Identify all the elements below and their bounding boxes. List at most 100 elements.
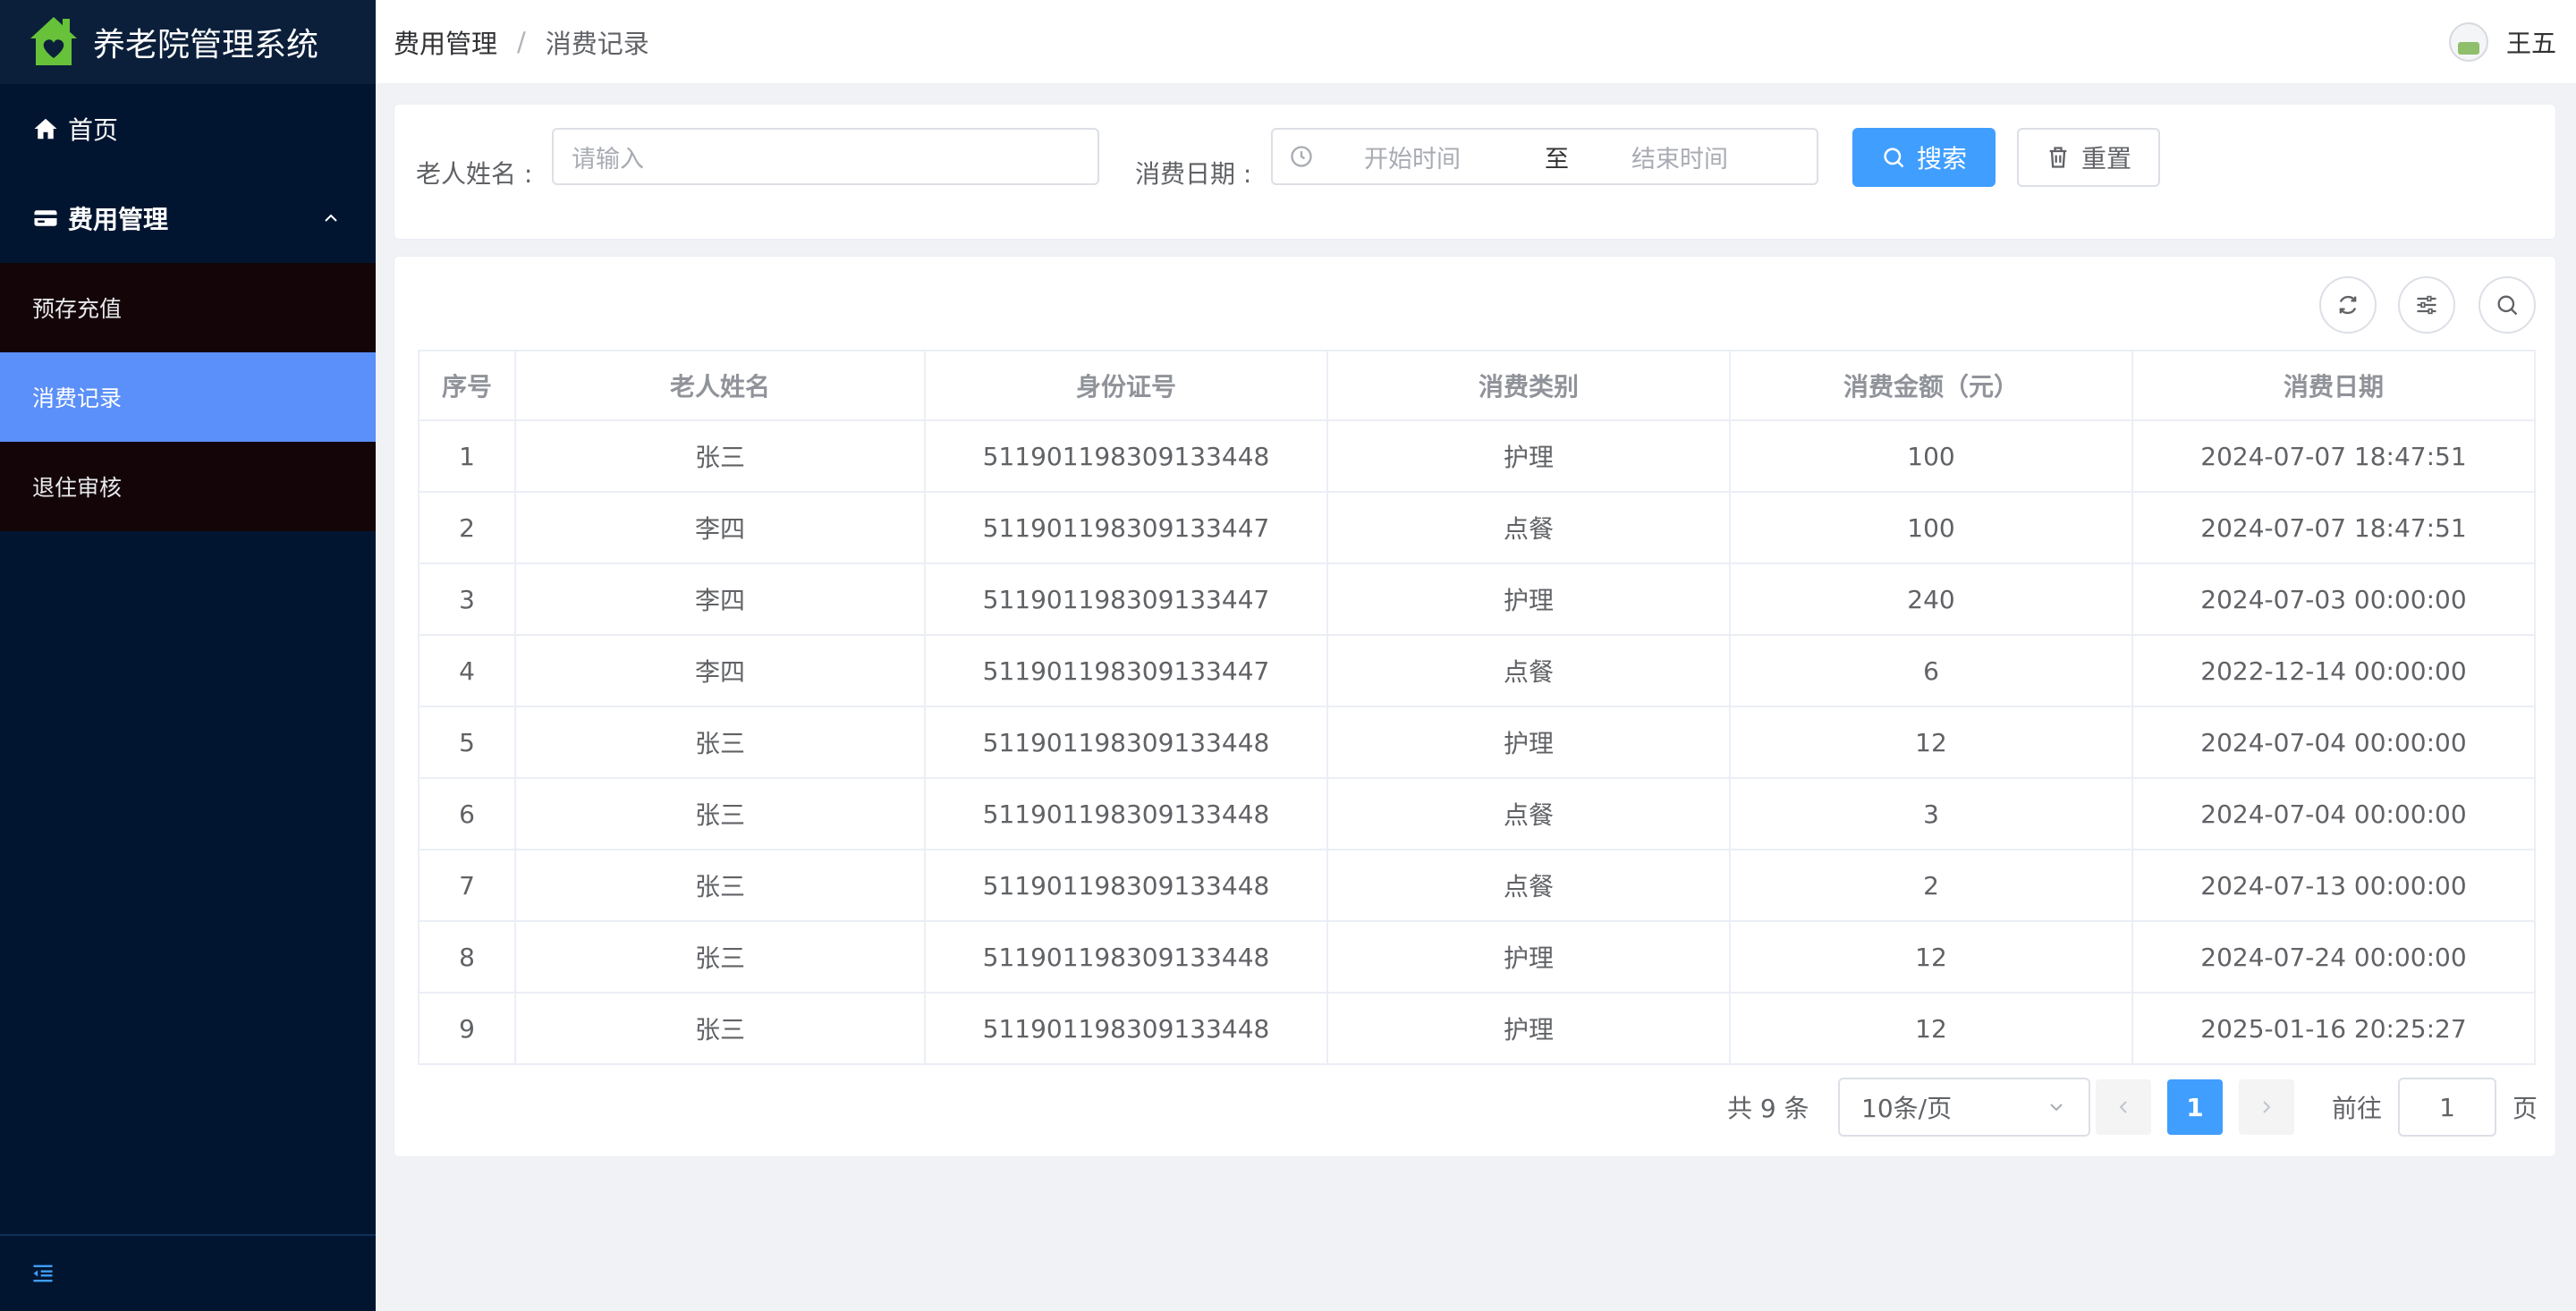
cell-id-number: 511901198309133448 bbox=[924, 777, 1328, 850]
cell-index: 7 bbox=[418, 849, 516, 922]
avatar[interactable] bbox=[2448, 21, 2488, 62]
cell-category: 点餐 bbox=[1326, 491, 1731, 564]
sidebar-group-fee-management[interactable]: 费用管理 bbox=[0, 173, 376, 263]
cell-id-number: 511901198309133447 bbox=[924, 634, 1328, 707]
sidebar-item-home[interactable]: 首页 bbox=[0, 84, 376, 173]
cell-elder-name: 张三 bbox=[514, 777, 926, 850]
table-row: 1 张三 511901198309133448 护理 100 2024-07-07 18:… bbox=[418, 419, 2536, 493]
cell-elder-name: 李四 bbox=[514, 562, 926, 636]
cell-date: 2024-07-24 00:00:00 bbox=[2131, 920, 2536, 994]
sidebar-item-checkout-review[interactable]: 退住审核 bbox=[0, 442, 376, 531]
cell-category: 护理 bbox=[1326, 706, 1731, 779]
cell-date: 2024-07-03 00:00:00 bbox=[2131, 562, 2536, 636]
chevron-up-icon bbox=[325, 214, 337, 222]
pagination: 共 9 条 10条/页 1 前往 1 页 bbox=[394, 1078, 2557, 1137]
total-count: 共 9 条 bbox=[1727, 1094, 1809, 1123]
cell-amount: 12 bbox=[1729, 992, 2133, 1065]
cell-category: 护理 bbox=[1326, 419, 1731, 493]
page-number-current[interactable]: 1 bbox=[2167, 1079, 2223, 1135]
refresh-button[interactable] bbox=[2319, 276, 2377, 334]
cell-index: 9 bbox=[418, 992, 516, 1065]
sidebar-group-label: 费用管理 bbox=[68, 205, 169, 234]
search-form: 老人姓名 : 请输入 消费日期 : 开始时间 至 结束时间 搜索 重置 bbox=[394, 104, 2556, 240]
column-header-amount: 消费金额（元） bbox=[1729, 350, 2133, 421]
cell-elder-name: 李四 bbox=[514, 634, 926, 707]
search-button[interactable]: 搜索 bbox=[1852, 128, 1996, 187]
cell-category: 护理 bbox=[1326, 992, 1731, 1065]
clock-icon bbox=[1291, 146, 1312, 167]
cell-amount: 2 bbox=[1729, 849, 2133, 922]
sliders-icon bbox=[2417, 295, 2436, 315]
user-name: 王五 bbox=[2505, 28, 2556, 58]
sidebar-item-label: 预存充值 bbox=[32, 296, 123, 322]
collapse-menu-icon[interactable] bbox=[30, 1261, 55, 1286]
brand[interactable]: 养老院管理系统 bbox=[0, 0, 376, 84]
sidebar: 养老院管理系统 首页 费用管理 预存充值 消费记录 退住审核 bbox=[0, 0, 376, 1311]
page-size-select[interactable]: 10条/页 bbox=[1838, 1078, 2090, 1137]
cell-id-number: 511901198309133448 bbox=[924, 920, 1328, 994]
table-row: 6 张三 511901198309133448 点餐 3 2024-07-04 00:00… bbox=[418, 777, 2536, 850]
search-icon bbox=[1884, 148, 1904, 168]
records-table: 序号 老人姓名 身份证号 消费类别 消费金额（元） 消费日期 1 张三 511901… bbox=[418, 350, 2536, 1065]
column-header-elder-name: 老人姓名 bbox=[514, 350, 926, 421]
cell-date: 2024-07-04 00:00:00 bbox=[2131, 706, 2536, 779]
sidebar-item-label: 退住审核 bbox=[32, 475, 123, 501]
home-icon bbox=[34, 118, 57, 140]
sidebar-item-prepaid-recharge[interactable]: 预存充值 bbox=[0, 263, 376, 352]
top-header: 费用管理 / 消费记录 王五 bbox=[376, 0, 2576, 84]
cell-amount: 240 bbox=[1729, 562, 2133, 636]
cell-id-number: 511901198309133448 bbox=[924, 992, 1328, 1065]
table-row: 3 李四 511901198309133447 护理 240 2024-07-03 00:… bbox=[418, 562, 2536, 636]
cell-id-number: 511901198309133447 bbox=[924, 491, 1328, 564]
cell-id-number: 511901198309133447 bbox=[924, 562, 1328, 636]
cell-amount: 6 bbox=[1729, 634, 2133, 707]
date-label: 消费日期 : bbox=[1135, 159, 1252, 189]
toggle-search-button[interactable] bbox=[2479, 276, 2536, 334]
table-body: 1 张三 511901198309133448 护理 100 2024-07-07 18:… bbox=[418, 419, 2536, 1065]
house-heart-logo-icon bbox=[30, 17, 77, 65]
app-title: 养老院管理系统 bbox=[93, 27, 319, 63]
reset-button[interactable]: 重置 bbox=[2017, 128, 2160, 187]
table-row: 2 李四 511901198309133447 点餐 100 2024-07-07 18:… bbox=[418, 491, 2536, 564]
table-row: 7 张三 511901198309133448 点餐 2 2024-07-13 00:00… bbox=[418, 849, 2536, 922]
reset-button-label: 重置 bbox=[2080, 144, 2131, 173]
cell-elder-name: 张三 bbox=[514, 849, 926, 922]
cell-date: 2024-07-07 18:47:51 bbox=[2131, 419, 2536, 493]
column-settings-button[interactable] bbox=[2398, 276, 2455, 334]
range-separator: 至 bbox=[1545, 145, 1569, 173]
column-header-index: 序号 bbox=[418, 350, 516, 421]
cell-date: 2024-07-04 00:00:00 bbox=[2131, 777, 2536, 850]
cell-index: 5 bbox=[418, 706, 516, 779]
end-date-input[interactable]: 结束时间 bbox=[1631, 140, 1728, 174]
cell-index: 2 bbox=[418, 491, 516, 564]
search-button-label: 搜索 bbox=[1916, 144, 1967, 173]
sidebar-item-label: 首页 bbox=[68, 115, 119, 145]
sidebar-item-consumption-records[interactable]: 消费记录 bbox=[0, 352, 376, 442]
trash-icon bbox=[2049, 147, 2067, 168]
cell-category: 点餐 bbox=[1326, 777, 1731, 850]
cell-index: 3 bbox=[418, 562, 516, 636]
breadcrumb-item-fee-management[interactable]: 费用管理 bbox=[394, 23, 497, 61]
goto-page-input[interactable]: 1 bbox=[2398, 1078, 2496, 1137]
cell-amount: 100 bbox=[1729, 491, 2133, 564]
cell-id-number: 511901198309133448 bbox=[924, 419, 1328, 493]
next-page-button[interactable] bbox=[2239, 1079, 2294, 1135]
cell-category: 护理 bbox=[1326, 920, 1731, 994]
goto-label: 前往 bbox=[2332, 1094, 2383, 1123]
cell-amount: 12 bbox=[1729, 920, 2133, 994]
cell-index: 4 bbox=[418, 634, 516, 707]
cell-id-number: 511901198309133448 bbox=[924, 849, 1328, 922]
start-date-input[interactable]: 开始时间 bbox=[1364, 140, 1525, 174]
name-input[interactable]: 请输入 bbox=[552, 128, 1099, 185]
cell-elder-name: 张三 bbox=[514, 992, 926, 1065]
cell-amount: 3 bbox=[1729, 777, 2133, 850]
prev-page-button[interactable] bbox=[2096, 1079, 2151, 1135]
column-header-category: 消费类别 bbox=[1326, 350, 1731, 421]
card-icon bbox=[34, 210, 57, 226]
name-input-placeholder: 请输入 bbox=[572, 145, 644, 173]
date-range-picker[interactable]: 开始时间 至 结束时间 bbox=[1271, 128, 1818, 185]
chevron-left-icon bbox=[2119, 1101, 2127, 1113]
user-menu[interactable]: 王五 bbox=[2448, 21, 2556, 62]
breadcrumb-separator: / bbox=[517, 26, 526, 57]
table-row: 5 张三 511901198309133448 护理 12 2024-07-04 00:0… bbox=[418, 706, 2536, 779]
